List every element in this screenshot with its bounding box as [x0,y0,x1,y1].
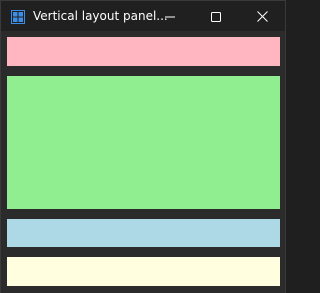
green-panel [7,76,280,209]
title-bar[interactable]: Vertical layout panel... [1,1,285,31]
maximize-icon [211,7,221,26]
minimize-icon [165,7,175,26]
pink-panel [7,37,280,66]
yellow-panel [7,257,280,286]
close-button[interactable] [239,1,285,31]
grid-app-icon [11,9,25,24]
blue-panel [7,219,280,247]
minimize-button[interactable] [147,1,193,31]
app-window: Vertical layout panel... [0,0,286,293]
vertical-layout-panel [1,31,285,293]
close-icon [256,7,268,26]
maximize-button[interactable] [193,1,239,31]
